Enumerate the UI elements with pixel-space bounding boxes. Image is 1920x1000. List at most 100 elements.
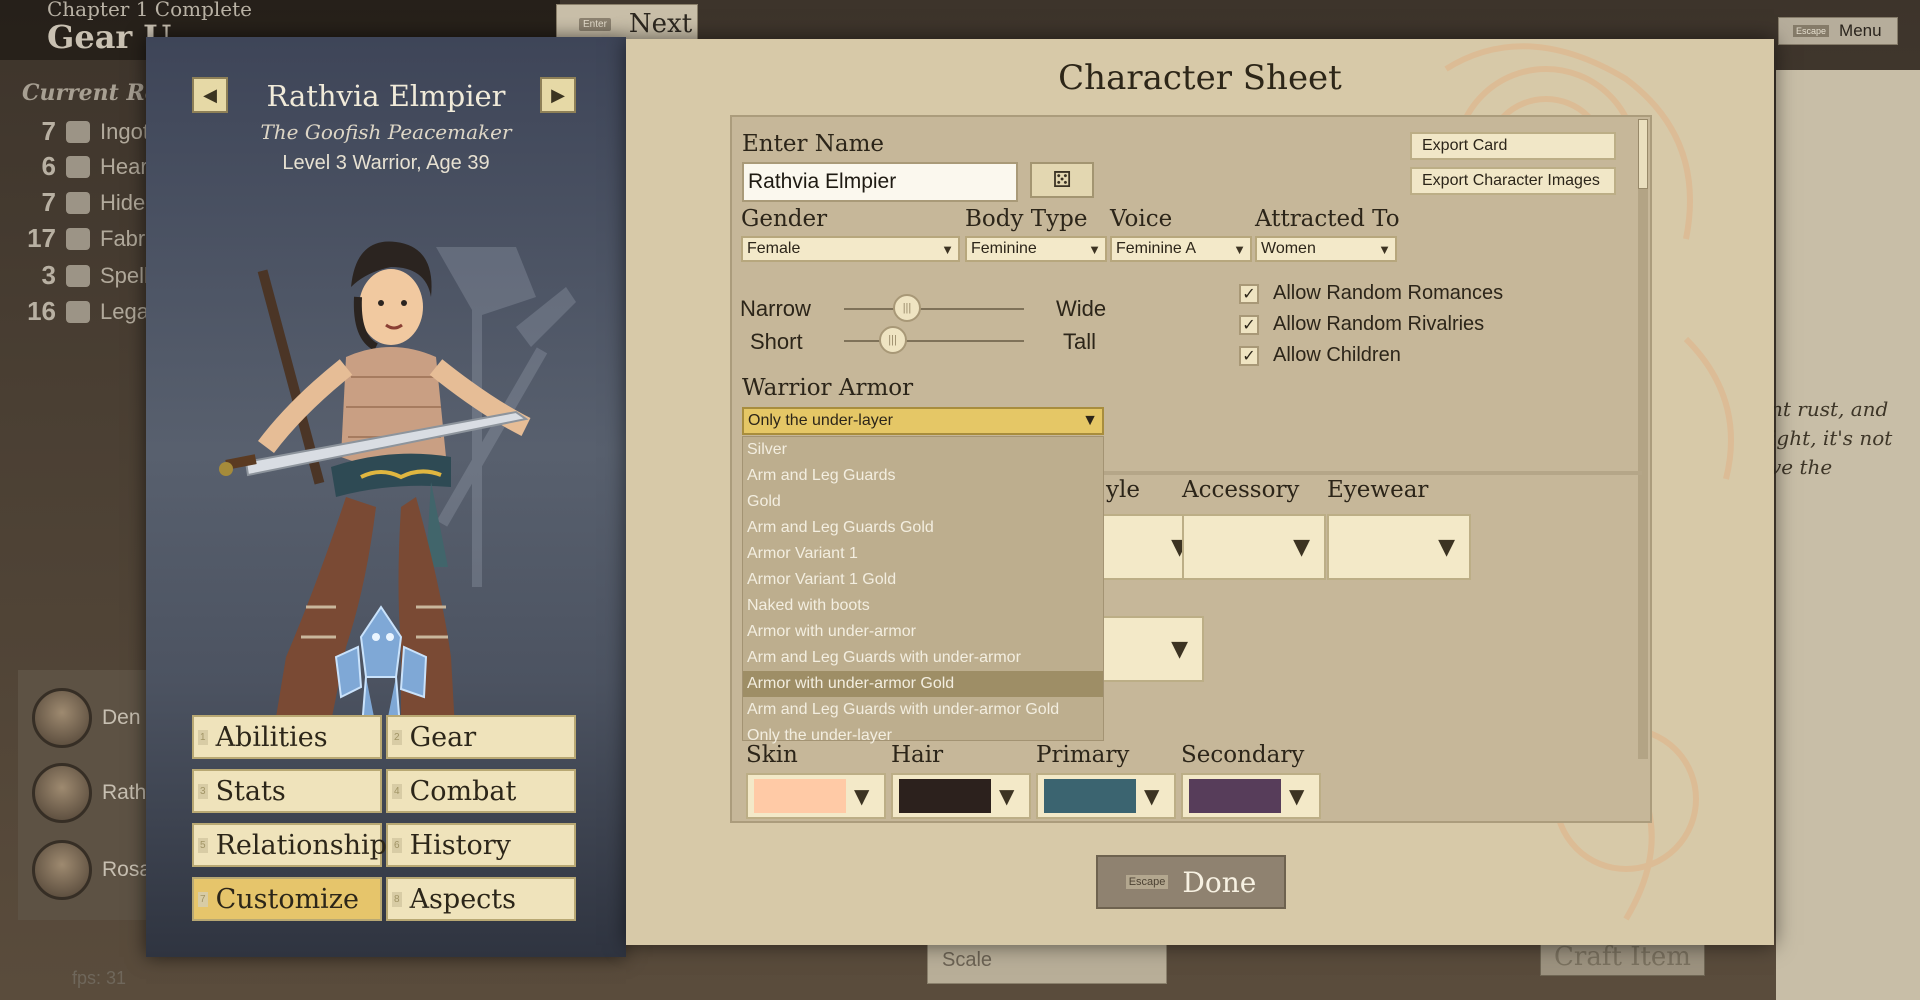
done-button[interactable]: Escape Done [1096,855,1286,909]
menu-hotkey: Escape [1793,25,1830,37]
menu-history[interactable]: 6 History [386,823,576,867]
attracted-to-label: Attracted To [1255,206,1400,232]
skin-color-picker[interactable]: ▼ [746,773,886,819]
eyewear-label: Eyewear [1327,477,1429,503]
menu-hotkey: 4 [392,783,402,799]
eyewear-dropdown[interactable]: ▼ [1327,514,1471,580]
body-type-dropdown[interactable]: Feminine ▼ [965,236,1107,262]
accessory-dropdown[interactable]: ▼ [1182,514,1326,580]
gender-dropdown[interactable]: Female ▼ [741,236,960,262]
menu-gear[interactable]: 2 Gear [386,715,576,759]
menu-label: Relationships [215,829,401,861]
menu-combat[interactable]: 4 Combat [386,769,576,813]
hair-color-picker[interactable]: ▼ [891,773,1031,819]
resource-name: Hear [100,153,148,179]
attracted-to-dropdown[interactable]: Women ▼ [1255,236,1397,262]
voice-dropdown[interactable]: Feminine A ▼ [1110,236,1252,262]
armor-option[interactable]: Silver [743,437,1103,463]
narrow-label: Narrow [740,296,811,321]
randomize-name-button[interactable]: ⚄ [1030,162,1094,198]
heart-icon [66,155,90,178]
menu-hotkey: 3 [198,783,208,799]
resource-count: 3 [41,260,56,290]
armor-option[interactable]: Only the under-layer [743,723,1103,749]
character-sheet-dialog: Character Sheet Enter Name Rathvia Elmpi… [626,39,1774,945]
width-slider-track[interactable] [844,308,1024,310]
roster-name: Rosa [102,858,152,881]
roster-item[interactable]: Rath [32,763,146,823]
resource-name: Fabri [100,225,151,251]
export-images-button[interactable]: Export Character Images [1410,167,1616,195]
resource-row: 16 Legac [20,296,160,327]
menu-button[interactable]: Escape Menu [1778,17,1898,45]
height-slider-handle[interactable]: ||| [878,326,907,354]
menu-hotkey: 5 [198,837,208,853]
menu-relationships[interactable]: 5 Relationships [192,823,401,867]
armor-option[interactable]: Armor Variant 1 [743,541,1103,567]
armor-option[interactable]: Naked with boots [743,593,1103,619]
resource-name: Ingot [100,118,149,144]
gender-label: Gender [741,206,828,232]
style-label: yle [1106,477,1140,503]
export-card-button[interactable]: Export Card [1410,132,1616,160]
menu-label: Combat [409,775,517,807]
menu-label: Customize [215,883,360,915]
menu-hotkey: 6 [392,837,402,853]
scale-field[interactable]: Scale [927,940,1167,984]
voice-value: Feminine A [1116,240,1197,257]
random-romances-checkbox[interactable]: ✓ Allow Random Romances [1239,282,1503,305]
voice-label: Voice [1110,206,1173,232]
chevron-down-icon: ▼ [1378,241,1391,257]
avatar [32,688,92,748]
random-rivalries-checkbox[interactable]: ✓ Allow Random Rivalries [1239,313,1484,336]
menu-stats[interactable]: 3 Stats [192,769,382,813]
done-hotkey: Escape [1125,875,1169,889]
resource-name: Spell [100,262,149,288]
sheet-scrollbar[interactable] [1638,119,1648,759]
secondary-color-picker[interactable]: ▼ [1181,773,1321,819]
warrior-armor-dropdown[interactable]: Only the under-layer ▼ [742,407,1104,435]
armor-option[interactable]: Arm and Leg Guards Gold [743,515,1103,541]
armor-option[interactable]: Arm and Leg Guards with under-armor Gold [743,697,1103,723]
resource-row: 7 Ingot [20,116,149,147]
menu-aspects[interactable]: 8 Aspects [386,877,576,921]
armor-option[interactable]: Arm and Leg Guards with under-armor [743,645,1103,671]
body-type-value: Feminine [971,240,1037,257]
tall-label: Tall [1063,329,1097,354]
resource-count: 16 [27,296,56,326]
spell-icon [66,264,90,287]
chevron-down-icon: ▼ [1144,784,1160,808]
armor-option[interactable]: Arm and Leg Guards [743,463,1103,489]
warrior-armor-value: Only the under-layer [748,412,893,429]
height-slider-track[interactable] [844,340,1024,342]
sheet-scroll-thumb[interactable] [1638,119,1648,189]
character-portrait [219,241,576,747]
width-slider-handle[interactable]: ||| [893,294,921,322]
done-label: Done [1182,865,1257,899]
allow-children-checkbox[interactable]: ✓ Allow Children [1239,344,1401,367]
checkbox-label: Allow Random Rivalries [1273,313,1485,335]
menu-customize[interactable]: 7 Customize [192,877,382,921]
primary-color-picker[interactable]: ▼ [1036,773,1176,819]
menu-hotkey: 1 [198,729,208,745]
menu-label: Aspects [409,883,517,915]
menu-label: Menu [1839,21,1882,40]
menu-label: Abilities [215,721,328,753]
menu-abilities[interactable]: 1 Abilities [192,715,382,759]
roster-item[interactable]: Rosa [32,840,151,900]
menu-hotkey: 7 [198,891,208,907]
name-input[interactable]: Rathvia Elmpier [742,162,1018,202]
roster-item[interactable]: Den [32,688,141,748]
resource-count: 6 [41,151,56,181]
armor-option[interactable]: Gold [743,489,1103,515]
armor-option[interactable]: Armor with under-armor Gold [743,671,1103,697]
armor-option[interactable]: Armor with under-armor [743,619,1103,645]
resource-count: 17 [27,223,56,253]
resource-row: 7 Hide [20,187,146,218]
chevron-down-icon: ▼ [1233,241,1246,257]
fabric-icon [66,227,90,250]
chevron-down-icon: ▼ [854,784,870,808]
accessory-label: Accessory [1182,477,1300,503]
chevron-down-icon: ▼ [1293,534,1310,560]
armor-option[interactable]: Armor Variant 1 Gold [743,567,1103,593]
